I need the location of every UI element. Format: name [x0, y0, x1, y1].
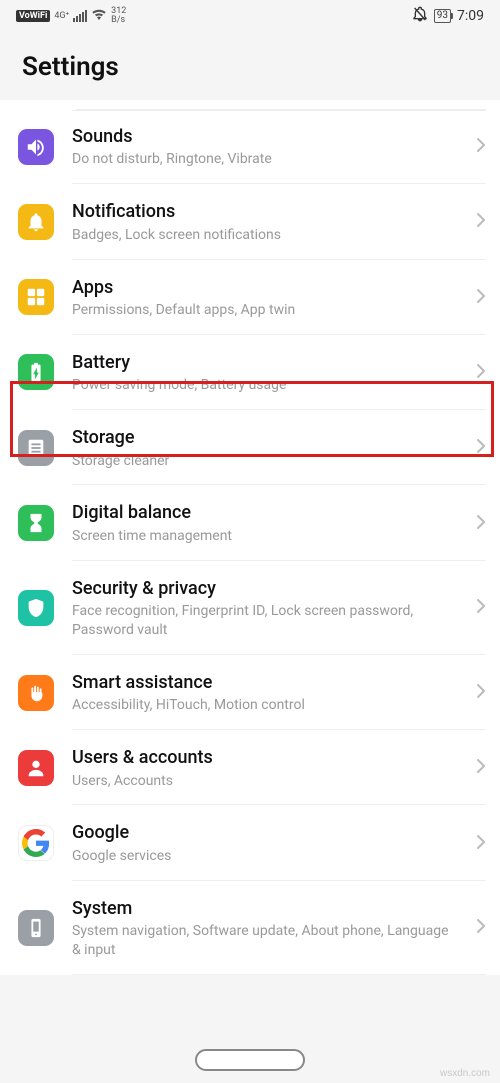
- row-subtitle: Permissions, Default apps, App twin: [72, 301, 458, 320]
- row-subtitle: System navigation, Software update, Abou…: [72, 922, 458, 960]
- row-text: Security & privacy Face recognition, Fin…: [72, 577, 458, 640]
- battery-indicator: 93: [434, 9, 451, 23]
- status-right: 93 7:09: [412, 6, 484, 26]
- row-subtitle: Accessibility, HiTouch, Motion control: [72, 696, 458, 715]
- settings-row-users[interactable]: Users & accounts Users, Accounts: [18, 730, 500, 805]
- row-title: Google: [72, 821, 458, 844]
- row-text: Battery Power saving mode, Battery usage: [72, 351, 458, 395]
- notifications-icon: [18, 204, 54, 240]
- chevron-right-icon: [476, 683, 486, 703]
- row-title: Sounds: [72, 125, 458, 148]
- settings-row-sounds[interactable]: Sounds Do not disturb, Ringtone, Vibrate: [18, 110, 500, 184]
- row-title: Battery: [72, 351, 458, 374]
- settings-row-google[interactable]: Google Google services: [18, 805, 500, 880]
- row-subtitle: Do not disturb, Ringtone, Vibrate: [72, 150, 458, 169]
- dnd-icon: [412, 6, 428, 26]
- chevron-right-icon: [476, 212, 486, 232]
- apps-icon: [18, 279, 54, 315]
- row-title: Security & privacy: [72, 577, 458, 600]
- settings-row-battery[interactable]: Battery Power saving mode, Battery usage: [18, 335, 500, 410]
- network-label: 4G⁺: [54, 11, 69, 21]
- row-title: Smart assistance: [72, 671, 458, 694]
- chevron-right-icon: [476, 598, 486, 618]
- wifi-icon: [91, 8, 107, 24]
- page-title: Settings: [22, 52, 478, 82]
- chevron-right-icon: [476, 438, 486, 458]
- security-icon: [18, 590, 54, 626]
- battery-icon: [18, 354, 54, 390]
- row-subtitle: Power saving mode, Battery usage: [72, 376, 458, 395]
- google-icon: [18, 825, 54, 861]
- chevron-right-icon: [476, 288, 486, 308]
- row-subtitle: Face recognition, Fingerprint ID, Lock s…: [72, 602, 458, 640]
- chevron-right-icon: [476, 918, 486, 938]
- row-text: Sounds Do not disturb, Ringtone, Vibrate: [72, 125, 458, 169]
- chevron-right-icon: [476, 834, 486, 854]
- settings-row-storage[interactable]: Storage Storage cleaner: [18, 410, 500, 485]
- row-text: Google Google services: [72, 821, 458, 865]
- clock: 7:09: [457, 8, 484, 24]
- row-subtitle: Storage cleaner: [72, 452, 458, 471]
- row-text: Digital balance Screen time management: [72, 501, 458, 545]
- status-left: VoWiFi 4G⁺ 312 B/s: [16, 7, 126, 25]
- settings-row-digital-balance[interactable]: Digital balance Screen time management: [18, 485, 500, 560]
- row-text: Smart assistance Accessibility, HiTouch,…: [72, 671, 458, 715]
- sounds-icon: [18, 129, 54, 165]
- chevron-right-icon: [476, 363, 486, 383]
- row-title: Storage: [72, 426, 458, 449]
- row-title: Notifications: [72, 200, 458, 223]
- system-icon: [18, 910, 54, 946]
- network-speed: 312 B/s: [111, 7, 126, 25]
- row-title: Users & accounts: [72, 746, 458, 769]
- users-icon: [18, 750, 54, 786]
- row-subtitle: Screen time management: [72, 527, 458, 546]
- watermark: wsxdn.com: [440, 1068, 490, 1079]
- row-text: Apps Permissions, Default apps, App twin: [72, 276, 458, 320]
- page-header: Settings: [0, 32, 500, 100]
- chevron-right-icon: [476, 137, 486, 157]
- chevron-right-icon: [476, 758, 486, 778]
- settings-row-apps[interactable]: Apps Permissions, Default apps, App twin: [18, 260, 500, 335]
- vowifi-badge: VoWiFi: [16, 10, 50, 22]
- nav-home-pill[interactable]: [195, 1049, 305, 1071]
- settings-row-system[interactable]: System System navigation, Software updat…: [18, 881, 500, 975]
- settings-list[interactable]: Sounds Do not disturb, Ringtone, Vibrate…: [0, 100, 500, 975]
- settings-row-notifications[interactable]: Notifications Badges, Lock screen notifi…: [18, 184, 500, 259]
- row-title: Apps: [72, 276, 458, 299]
- row-text: Users & accounts Users, Accounts: [72, 746, 458, 790]
- signal-icon: [73, 10, 87, 22]
- row-subtitle: Users, Accounts: [72, 772, 458, 791]
- chevron-right-icon: [476, 514, 486, 534]
- storage-icon: [18, 430, 54, 466]
- row-text: Notifications Badges, Lock screen notifi…: [72, 200, 458, 244]
- settings-row-security[interactable]: Security & privacy Face recognition, Fin…: [18, 561, 500, 655]
- digital-balance-icon: [18, 505, 54, 541]
- row-text: System System navigation, Software updat…: [72, 897, 458, 960]
- row-text: Storage Storage cleaner: [72, 426, 458, 470]
- settings-row-smart-assistance[interactable]: Smart assistance Accessibility, HiTouch,…: [18, 655, 500, 730]
- status-bar: VoWiFi 4G⁺ 312 B/s 93 7:09: [0, 0, 500, 32]
- row-title: Digital balance: [72, 501, 458, 524]
- row-title: System: [72, 897, 458, 920]
- row-subtitle: Badges, Lock screen notifications: [72, 226, 458, 245]
- smart-assistance-icon: [18, 675, 54, 711]
- partial-row-above: [76, 100, 486, 110]
- row-subtitle: Google services: [72, 847, 458, 866]
